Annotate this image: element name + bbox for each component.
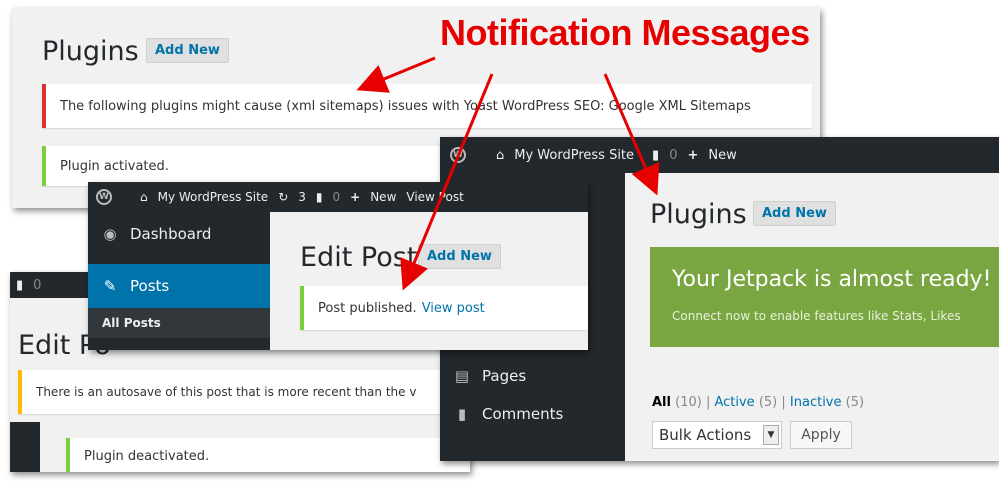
arrow-to-jetpack-panel	[603, 73, 660, 196]
annotation-arrows	[356, 56, 660, 291]
arrow-to-conflict-notice	[356, 56, 436, 93]
arrow-to-published-notice	[400, 73, 494, 291]
